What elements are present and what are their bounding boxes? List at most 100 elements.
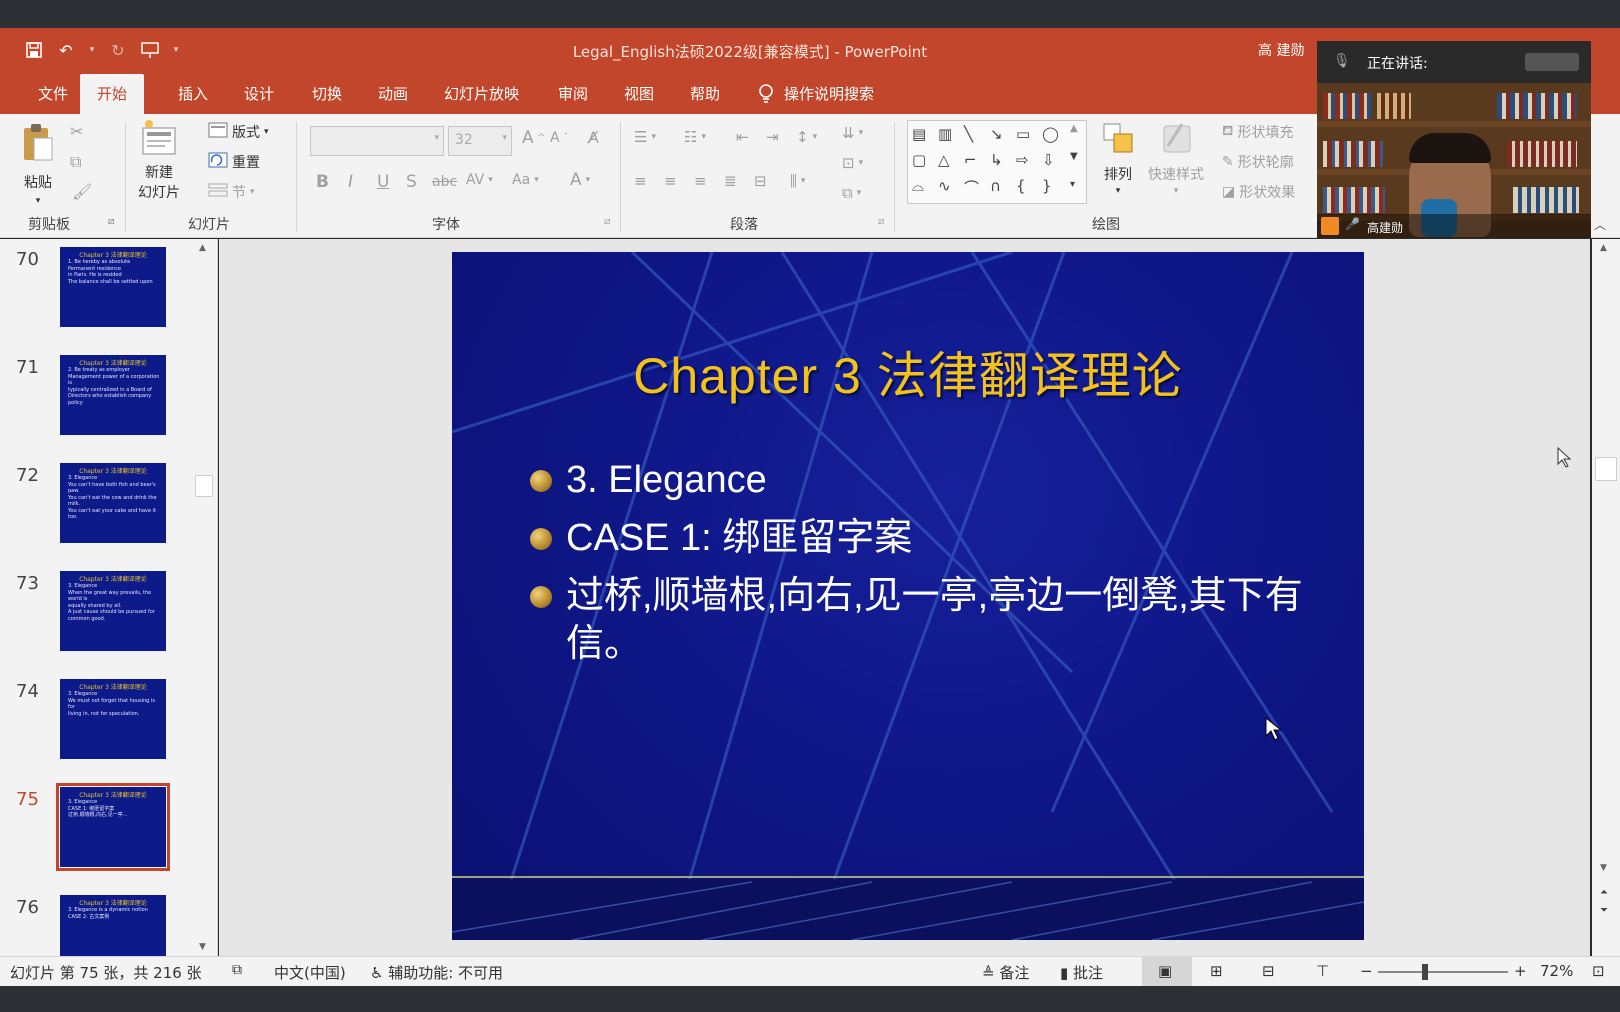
slide-thumbnail[interactable]: Chapter 3 法律翻译理论 3. Elegance When the gre…	[60, 571, 166, 651]
italic-button[interactable]: I	[348, 172, 353, 192]
comments-button[interactable]: ▮ 批注	[1060, 962, 1103, 983]
down-arrow-icon[interactable]: ⇩	[1042, 151, 1055, 169]
previous-slide-icon[interactable]: ⏶	[1600, 887, 1608, 898]
slide-thumbnail-row[interactable]: 74 Chapter 3 法律翻译理论 3. Elegance We must no…	[0, 673, 200, 773]
slide-thumbnail[interactable]: Chapter 3 法律翻译理论 3. Elegance We must not …	[60, 679, 166, 759]
slideshow-view-icon[interactable]: ⊤	[1316, 962, 1329, 980]
zoom-slider[interactable]	[1378, 964, 1508, 980]
slide-thumbnail-row[interactable]: 70 Chapter 3 法律翻译理论 1. Be hereby as absolu…	[0, 241, 200, 341]
elbow-arrow-icon[interactable]: ↳	[990, 151, 1003, 169]
increase-font-icon[interactable]: A ^	[522, 128, 545, 148]
scroll-down-icon[interactable]: ▼	[199, 942, 206, 952]
gallery-up-icon[interactable]: ▲	[1070, 123, 1078, 134]
zoom-slider-handle[interactable]	[1422, 964, 1428, 980]
arc-icon[interactable]: ⌒	[964, 177, 979, 198]
slide-thumbnail[interactable]: Chapter 3 法律翻译理论 2. Be treaty as employer…	[60, 355, 166, 435]
columns-icon[interactable]: ⫼ ▾	[790, 172, 805, 190]
clear-formatting-icon[interactable]: A̸	[588, 128, 599, 147]
increase-indent-icon[interactable]: ⇥	[766, 128, 779, 146]
tab-help[interactable]: 帮助	[674, 74, 736, 114]
decrease-indent-icon[interactable]: ⇤	[736, 128, 749, 146]
spell-check-icon[interactable]: ⧉	[232, 962, 242, 978]
shape-fill-button[interactable]: ⛾ 形状填充	[1222, 122, 1293, 142]
shape-effects-button[interactable]: ◪ 形状效果	[1222, 182, 1295, 202]
bullets-icon[interactable]: ☰ ▾	[634, 128, 656, 146]
slide-thumbnail-row[interactable]: 72 Chapter 3 法律翻译理论 3. Elegance You can't …	[0, 457, 200, 557]
slide-thumbnail[interactable]: Chapter 3 法律翻译理论 3. Elegance CASE 1: 绑匪留字…	[60, 787, 166, 867]
text-shadow-button[interactable]: S	[406, 172, 417, 192]
user-name[interactable]: 高 建勋	[1258, 40, 1304, 60]
slide-thumbnail[interactable]: Chapter 3 法律翻译理论 1. Be hereby as absolute…	[60, 247, 166, 327]
line-icon[interactable]: ╲	[964, 125, 973, 143]
paragraph-launcher-icon[interactable]: ⧄	[878, 216, 884, 227]
font-size-combo[interactable]: 32 ▾	[448, 126, 512, 156]
freeform-icon[interactable]: ⌓	[912, 177, 924, 195]
rectangle-icon[interactable]: ▭	[1016, 125, 1030, 143]
current-slide[interactable]: Chapter 3 法律翻译理论 3. Elegance CASE 1: 绑匪留…	[452, 252, 1364, 940]
scribble-icon[interactable]: ∿	[938, 177, 951, 195]
zoom-out-icon[interactable]: −	[1360, 962, 1373, 980]
collapse-ribbon-icon[interactable]: ︿	[1594, 216, 1606, 233]
language-indicator[interactable]: 中文(中国)	[274, 962, 346, 983]
line-spacing-icon[interactable]: ↕ ▾	[796, 128, 817, 146]
thumbnails-scroll-thumb[interactable]	[195, 475, 213, 497]
textbox-icon[interactable]: ▤	[912, 125, 926, 143]
fit-slide-icon[interactable]: ⊡	[1592, 962, 1605, 980]
slide-sorter-icon[interactable]: ⊞	[1210, 962, 1223, 980]
tab-animations[interactable]: 动画	[362, 74, 424, 114]
gallery-down-icon[interactable]: ▼	[1070, 151, 1078, 162]
video-call-overlay[interactable]: 🎙 正在讲话: 🎤 高建勋	[1317, 41, 1591, 238]
mic-muted-icon[interactable]: 🎙	[1333, 53, 1351, 69]
align-left-icon[interactable]: ≡	[634, 172, 647, 190]
slide-counter[interactable]: 幻灯片 第 75 张，共 216 张	[10, 962, 202, 983]
tab-home[interactable]: 开始	[80, 74, 144, 114]
tab-review[interactable]: 审阅	[542, 74, 604, 114]
tab-design[interactable]: 设计	[228, 74, 290, 114]
section-button[interactable]: 节 ▾	[208, 182, 255, 202]
left-brace-icon[interactable]: {	[1016, 177, 1026, 195]
clipboard-launcher-icon[interactable]: ⧄	[108, 216, 114, 227]
font-color-button[interactable]: A ▾	[570, 170, 590, 190]
slide-scroll-thumb[interactable]	[1595, 457, 1617, 481]
slide-thumbnail-row[interactable]: 73 Chapter 3 法律翻译理论 3. Elegance When the g…	[0, 565, 200, 665]
slide-title[interactable]: Chapter 3 法律翻译理论	[452, 336, 1364, 408]
align-right-icon[interactable]: ≡	[694, 172, 707, 190]
char-spacing-button[interactable]: AV ▾	[466, 172, 493, 188]
scroll-down-icon[interactable]: ▼	[1600, 863, 1607, 873]
align-center-icon[interactable]: ≡	[664, 172, 677, 190]
new-slide-button[interactable]: 新建 幻灯片	[138, 118, 180, 202]
next-slide-icon[interactable]: ⏷	[1600, 905, 1608, 916]
paste-button[interactable]: 粘贴 ▾	[20, 122, 56, 206]
right-arrow-icon[interactable]: ⇨	[1016, 151, 1029, 169]
shape-outline-button[interactable]: ✎ 形状轮廓	[1222, 152, 1294, 172]
underline-button[interactable]: U	[377, 172, 389, 192]
arrow-line-icon[interactable]: ↘	[990, 125, 1003, 143]
reading-view-icon[interactable]: ⊟	[1262, 962, 1275, 980]
decrease-font-icon[interactable]: Aˇ	[550, 130, 568, 146]
slide-bullet-1[interactable]: 3. Elegance	[530, 456, 1320, 504]
reset-button[interactable]: 重置	[208, 152, 260, 172]
accessibility-button[interactable]: ♿ 辅助功能: 不可用	[370, 962, 503, 983]
vertical-textbox-icon[interactable]: ▥	[938, 125, 952, 143]
notes-button[interactable]: ≜ 备注	[982, 962, 1029, 983]
gallery-more-icon[interactable]: ▾	[1070, 179, 1075, 190]
format-painter-icon[interactable]: 🖌	[72, 182, 92, 201]
slide-bullet-3[interactable]: 过桥,顺墙根,向右,见一亭,亭边一倒凳,其下有信。	[530, 572, 1320, 668]
tell-me-search[interactable]: 操作说明搜索	[742, 74, 890, 114]
zoom-level[interactable]: 72%	[1540, 962, 1573, 980]
bold-button[interactable]: B	[316, 172, 329, 192]
cut-icon[interactable]: ✂	[70, 122, 83, 141]
slide-thumbnail-row[interactable]: 75 Chapter 3 法律翻译理论 3. Elegance CASE 1: 绑匪…	[0, 781, 200, 881]
strikethrough-button[interactable]: abc	[432, 174, 457, 190]
slide-thumbnail[interactable]: Chapter 3 法律翻译理论 3. Elegance You can't ha…	[60, 463, 166, 543]
curve-icon[interactable]: ∩	[990, 177, 1001, 195]
slide-bullet-2[interactable]: CASE 1: 绑匪留字案	[530, 514, 1320, 562]
scroll-up-icon[interactable]: ▲	[199, 243, 206, 253]
triangle-icon[interactable]: △	[938, 151, 950, 169]
distributed-icon[interactable]: ⊟	[754, 172, 767, 190]
tab-file[interactable]: 文件	[22, 74, 84, 114]
slide-scrollbar[interactable]: ▲ ▼ ⏶ ⏷	[1592, 239, 1620, 956]
font-launcher-icon[interactable]: ⧄	[604, 216, 610, 227]
layout-button[interactable]: 版式 ▾	[208, 122, 269, 142]
tab-transitions[interactable]: 切换	[296, 74, 358, 114]
